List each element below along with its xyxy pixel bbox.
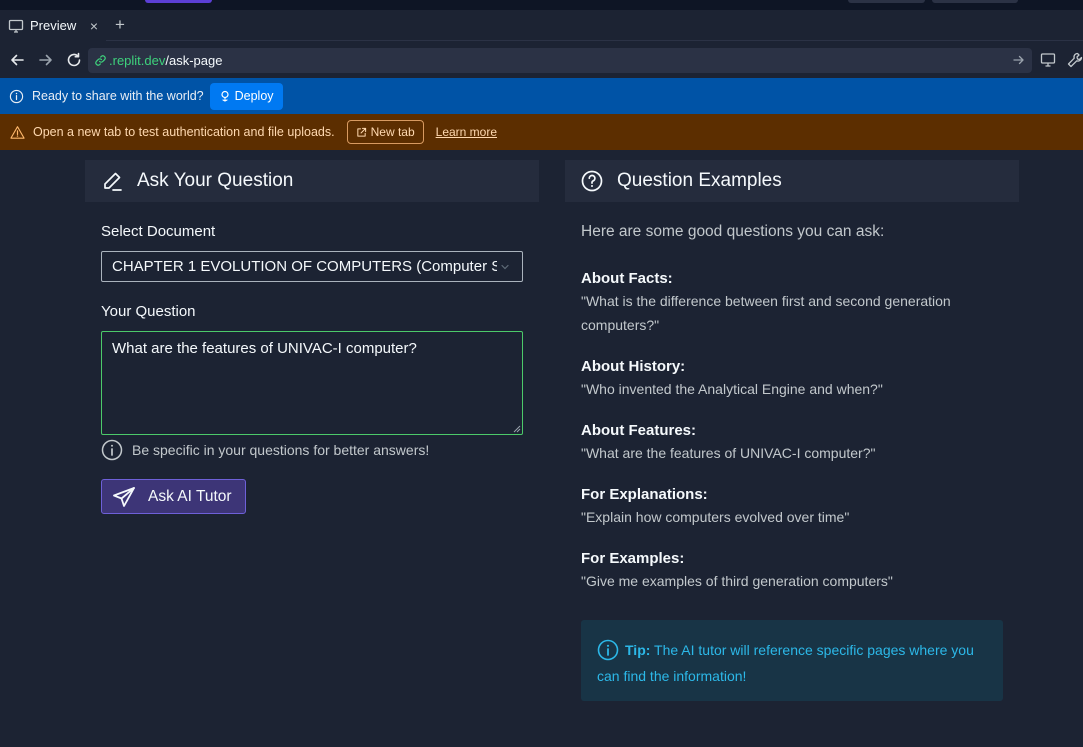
reload-icon[interactable]: [65, 51, 83, 69]
ask-panel-header: Ask Your Question: [85, 160, 539, 202]
tab-label: Preview: [30, 18, 77, 33]
ask-button-label: Ask AI Tutor: [148, 487, 232, 505]
example-item: For Examples: "Give me examples of third…: [581, 550, 991, 593]
examples-panel-title: Question Examples: [617, 170, 782, 191]
info-icon: [101, 439, 123, 461]
learn-more-link[interactable]: Learn more: [436, 125, 497, 139]
forward-arrow-icon[interactable]: [37, 51, 55, 69]
question-examples-panel: Question Examples Here are some good que…: [565, 160, 1019, 720]
example-item: About Features: "What are the features o…: [581, 422, 991, 465]
link-icon: [95, 55, 106, 66]
examples-panel-header: Question Examples: [565, 160, 1019, 202]
new-tab-label: New tab: [370, 125, 415, 139]
example-item: About History: "Who invented the Analyti…: [581, 358, 991, 401]
warning-icon: [10, 125, 25, 139]
tab-preview[interactable]: Preview ×: [0, 10, 106, 41]
resize-grip-icon[interactable]: [513, 425, 521, 433]
deploy-banner: Ready to share with the world? Deploy: [0, 78, 1083, 114]
external-link-icon: [356, 127, 366, 137]
example-title: About Facts:: [581, 270, 673, 287]
tab-bar: Preview × +: [0, 10, 1083, 41]
url-bar[interactable]: .replit.dev/ask-page: [88, 48, 1032, 73]
example-item: About Facts: "What is the difference bet…: [581, 270, 991, 337]
example-title: For Explanations:: [581, 486, 708, 503]
wrench-icon[interactable]: [1066, 51, 1083, 69]
ask-panel-title: Ask Your Question: [137, 170, 294, 191]
workspace-top-strip: [0, 0, 1083, 10]
pencil-icon: [104, 172, 122, 191]
hint-text: Be specific in your questions for better…: [132, 442, 430, 458]
send-icon: [113, 486, 135, 507]
address-bar-row: .replit.dev/ask-page: [0, 42, 1083, 78]
examples-intro: Here are some good questions you can ask…: [581, 223, 885, 240]
example-title: For Examples:: [581, 550, 685, 567]
deploy-button[interactable]: Deploy: [209, 82, 283, 110]
tip-box: Tip: The AI tutor will reference specifi…: [581, 620, 1003, 701]
new-tab-button[interactable]: +: [112, 15, 128, 35]
go-arrow-icon[interactable]: [1012, 53, 1026, 67]
info-icon: [597, 639, 619, 661]
toolbar-button-stub[interactable]: [848, 0, 925, 3]
monitor-icon: [8, 19, 24, 33]
example-question: "What is the difference between first an…: [581, 293, 951, 333]
example-question: "Give me examples of third generation co…: [581, 573, 893, 589]
tip-label: Tip:: [625, 642, 651, 658]
url-path: /ask-page: [165, 53, 223, 68]
warning-banner: Open a new tab to test authentication an…: [0, 114, 1083, 150]
back-arrow-icon[interactable]: [8, 51, 26, 69]
example-question: "Who invented the Analytical Engine and …: [581, 381, 883, 397]
deploy-banner-text: Ready to share with the world?: [32, 89, 204, 103]
ask-ai-tutor-button[interactable]: Ask AI Tutor: [101, 479, 246, 514]
tip-text: The AI tutor will reference specific pag…: [597, 642, 974, 684]
active-pane-indicator: [145, 0, 212, 3]
example-item: For Explanations: "Explain how computers…: [581, 486, 991, 529]
warning-text: Open a new tab to test authentication an…: [33, 125, 335, 139]
toolbar-button-stub[interactable]: [932, 0, 1018, 3]
question-label: Your Question: [101, 303, 196, 320]
question-circle-icon: [581, 170, 603, 192]
info-icon: [9, 89, 24, 103]
question-textarea[interactable]: What are the features of UNIVAC-I comput…: [101, 331, 523, 435]
chevron-down-icon: [501, 264, 509, 270]
deploy-icon: [221, 90, 229, 102]
deploy-button-label: Deploy: [234, 89, 274, 103]
select-document-label: Select Document: [101, 223, 216, 240]
question-hint: Be specific in your questions for better…: [101, 439, 429, 461]
document-select[interactable]: CHAPTER 1 EVOLUTION OF COMPUTERS (Comput…: [101, 251, 523, 282]
example-question: "What are the features of UNIVAC-I compu…: [581, 445, 876, 461]
ask-question-panel: Ask Your Question Select Document CHAPTE…: [85, 160, 539, 540]
example-question: "Explain how computers evolved over time…: [581, 509, 850, 525]
new-tab-button[interactable]: New tab: [346, 120, 424, 144]
close-tab-button[interactable]: ×: [90, 18, 98, 34]
devices-icon[interactable]: [1040, 51, 1058, 69]
example-title: About History:: [581, 358, 686, 375]
example-title: About Features:: [581, 422, 697, 439]
document-select-value: CHAPTER 1 EVOLUTION OF COMPUTERS (Comput…: [112, 258, 497, 275]
url-host: .replit.dev: [109, 53, 166, 68]
question-text: What are the features of UNIVAC-I comput…: [112, 340, 417, 357]
